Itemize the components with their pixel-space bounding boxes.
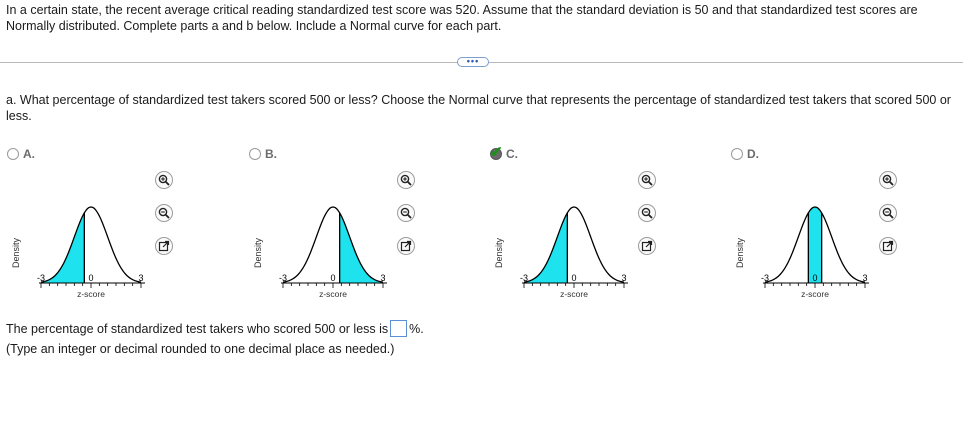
x-axis-label: z-score bbox=[77, 289, 105, 297]
x-axis-label: z-score bbox=[801, 289, 829, 297]
normal-curve bbox=[523, 206, 625, 283]
choice-b-radio[interactable]: B. bbox=[249, 147, 277, 161]
show-more-button[interactable]: ••• bbox=[457, 57, 489, 67]
zoom-in-icon bbox=[158, 174, 170, 186]
x-tick-label: -3 bbox=[37, 273, 45, 283]
choice-b: B. Density -3 0 3 z-score bbox=[249, 147, 429, 297]
zoom-out-button[interactable] bbox=[638, 204, 656, 222]
shaded-region bbox=[41, 212, 85, 283]
x-tick-label: 3 bbox=[621, 273, 626, 283]
x-tick-label: -3 bbox=[279, 273, 287, 283]
normal-curve bbox=[40, 206, 142, 283]
choice-c: ✔ C. Density -3 0 3 z-score bbox=[490, 144, 670, 297]
normal-curve-chart-d: Density -3 0 3 z-score bbox=[735, 206, 869, 297]
zoom-in-icon bbox=[882, 174, 894, 186]
y-axis-label: Density bbox=[494, 237, 504, 268]
zoom-out-icon bbox=[641, 207, 653, 219]
x-tick-label: 0 bbox=[812, 273, 817, 283]
zoom-in-icon bbox=[400, 174, 412, 186]
open-external-button[interactable] bbox=[638, 237, 656, 255]
answer-line: The percentage of standardized test take… bbox=[6, 320, 424, 337]
open-external-button[interactable] bbox=[397, 237, 415, 255]
y-axis-label: Density bbox=[11, 237, 21, 268]
x-tick-label: 0 bbox=[571, 273, 576, 283]
part-a-question: a. What percentage of standardized test … bbox=[6, 93, 951, 123]
zoom-in-button[interactable] bbox=[879, 171, 897, 189]
open-external-icon bbox=[400, 240, 412, 252]
x-tick-label: -3 bbox=[520, 273, 528, 283]
x-tick-label: 3 bbox=[138, 273, 143, 283]
answer-hint: (Type an integer or decimal rounded to o… bbox=[6, 342, 395, 356]
choice-b-label: B. bbox=[265, 147, 277, 161]
x-axis-label: z-score bbox=[560, 289, 588, 297]
zoom-out-icon bbox=[882, 207, 894, 219]
x-tick-label: 3 bbox=[862, 273, 867, 283]
choice-d: D. Density -3 0 3 z-score bbox=[731, 147, 911, 297]
zoom-in-button[interactable] bbox=[638, 171, 656, 189]
choice-c-label: C. bbox=[506, 147, 518, 161]
open-external-icon bbox=[641, 240, 653, 252]
zoom-in-icon bbox=[641, 174, 653, 186]
choice-a: A. Density -3 0 3 z-score bbox=[7, 147, 187, 297]
choice-c-radio[interactable]: ✔ C. bbox=[490, 144, 518, 161]
problem-statement: In a certain state, the recent average c… bbox=[6, 3, 918, 33]
radio-button[interactable] bbox=[731, 148, 743, 160]
x-tick-label: 0 bbox=[330, 273, 335, 283]
zoom-out-icon bbox=[400, 207, 412, 219]
chart-tools-a bbox=[155, 171, 175, 270]
answer-suffix: %. bbox=[409, 321, 424, 336]
open-external-button[interactable] bbox=[879, 237, 897, 255]
radio-button-selected[interactable]: ✔ bbox=[490, 144, 503, 161]
zoom-in-button[interactable] bbox=[397, 171, 415, 189]
normal-curve-chart-a: Density -3 0 3 z-score bbox=[11, 206, 145, 297]
zoom-out-button[interactable] bbox=[879, 204, 897, 222]
radio-button[interactable] bbox=[249, 148, 261, 160]
open-external-button[interactable] bbox=[155, 237, 173, 255]
correct-check-icon: ✔ bbox=[490, 144, 503, 161]
zoom-out-icon bbox=[158, 207, 170, 219]
radio-button[interactable] bbox=[7, 148, 19, 160]
normal-curve-chart-c: Density -3 0 3 z-score bbox=[494, 206, 628, 297]
x-tick-label: -3 bbox=[761, 273, 769, 283]
open-external-icon bbox=[158, 240, 170, 252]
chart-tools-b bbox=[397, 171, 417, 270]
x-axis-label: z-score bbox=[319, 289, 347, 297]
zoom-out-button[interactable] bbox=[397, 204, 415, 222]
choice-d-radio[interactable]: D. bbox=[731, 147, 759, 161]
normal-curve bbox=[282, 206, 384, 283]
shaded-region bbox=[524, 212, 568, 283]
y-axis-label: Density bbox=[735, 237, 745, 268]
choice-a-label: A. bbox=[23, 147, 35, 161]
y-axis-label: Density bbox=[253, 237, 263, 268]
answer-prefix: The percentage of standardized test take… bbox=[6, 321, 389, 336]
x-tick-label: 0 bbox=[88, 273, 93, 283]
choice-d-label: D. bbox=[747, 147, 759, 161]
chart-tools-d bbox=[879, 171, 899, 270]
choice-a-radio[interactable]: A. bbox=[7, 147, 35, 161]
shaded-region bbox=[339, 212, 383, 283]
chart-tools-c bbox=[638, 171, 658, 270]
zoom-in-button[interactable] bbox=[155, 171, 173, 189]
normal-curve-chart-b: Density -3 0 3 z-score bbox=[253, 206, 387, 297]
zoom-out-button[interactable] bbox=[155, 204, 173, 222]
open-external-icon bbox=[882, 240, 894, 252]
percentage-answer-input[interactable] bbox=[390, 320, 408, 337]
x-tick-label: 3 bbox=[380, 273, 385, 283]
shaded-region bbox=[808, 207, 822, 283]
